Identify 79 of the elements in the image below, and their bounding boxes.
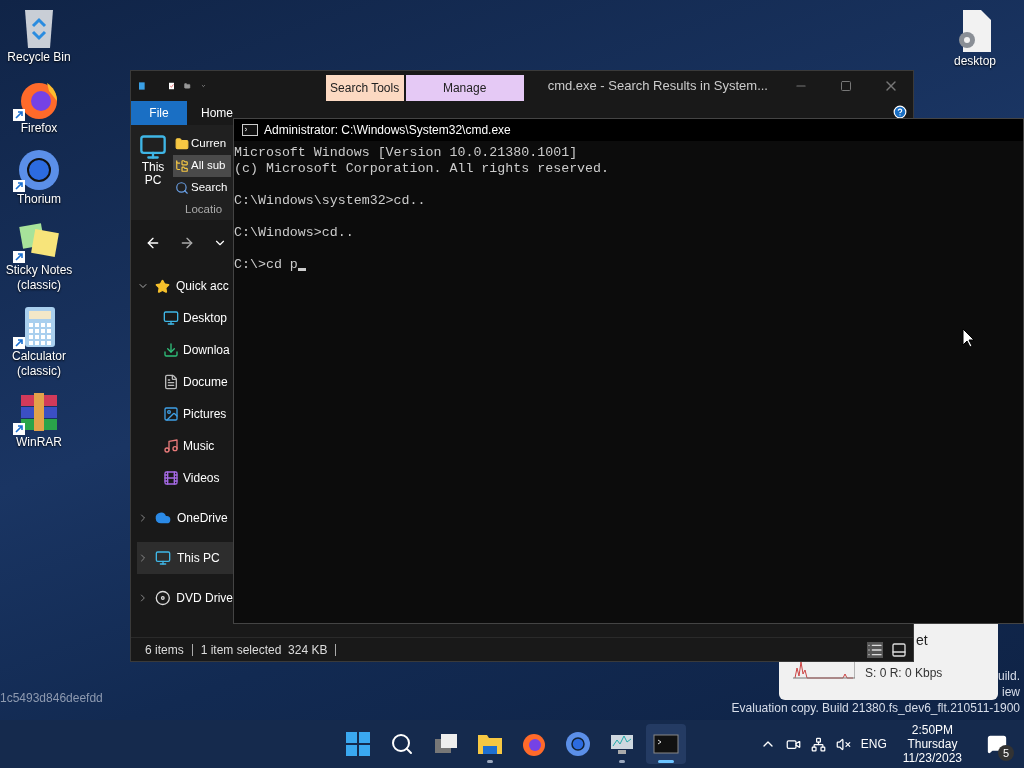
ribbon-item[interactable]: All sub <box>173 155 231 177</box>
console-line: C:\Windows>cd.. <box>234 225 354 241</box>
context-tab[interactable]: Search Tools <box>325 75 404 101</box>
start-icon <box>345 731 371 757</box>
monitor-icon <box>155 550 171 566</box>
desktop-icon-label[interactable]: WinRAR <box>1 435 77 450</box>
nav-item[interactable]: OneDrive <box>137 502 233 534</box>
help-icon[interactable] <box>893 105 907 119</box>
search-icon <box>175 181 189 195</box>
console-line: C:\Windows\system32>cd.. <box>234 193 426 209</box>
this-pc-button[interactable]: This PC <box>137 133 169 220</box>
watermark-text: iew <box>1002 684 1020 700</box>
ribbon-item[interactable]: Curren <box>173 133 231 155</box>
desktop-icon-label[interactable]: Firefox <box>1 121 77 136</box>
network-reading: S: 0 R: 0 Kbps <box>865 665 943 682</box>
volume-muted-icon[interactable] <box>835 736 851 752</box>
thorium-icon <box>565 731 591 757</box>
firefox-icon <box>521 731 547 757</box>
nav-item[interactable]: Desktop <box>137 302 233 334</box>
ribbon-tab[interactable]: File <box>131 101 187 125</box>
folder-tree-icon <box>175 159 189 173</box>
film-icon <box>163 470 179 486</box>
terminal-icon <box>242 124 258 136</box>
terminal-icon <box>653 731 679 757</box>
desktop-icon-label[interactable]: desktop <box>954 54 996 69</box>
nav-item[interactable]: Downloa <box>137 334 233 366</box>
running-indicator <box>658 760 674 763</box>
running-indicator <box>487 760 493 763</box>
music-icon <box>163 438 179 454</box>
nav-item[interactable]: Docume <box>137 366 233 398</box>
search-icon <box>390 732 414 756</box>
forward-icon[interactable] <box>179 235 195 251</box>
desktop-icon-label[interactable]: Sticky Notes (classic) <box>1 263 77 293</box>
notification-count: 5 <box>998 745 1014 761</box>
console-line: C:\>cd p <box>234 257 298 273</box>
monitor-icon <box>139 133 167 161</box>
picture-icon <box>163 406 179 422</box>
cloud-icon <box>155 510 171 526</box>
disc-icon <box>154 590 171 606</box>
nav-item[interactable]: Videos <box>137 462 233 494</box>
back-icon[interactable] <box>145 235 161 251</box>
status-text: 6 items <box>145 641 184 659</box>
nav-item[interactable]: Pictures <box>137 398 233 430</box>
monitor-icon <box>163 310 179 326</box>
watermark-text: uild. <box>998 668 1020 684</box>
mouse-pointer-icon <box>962 328 974 348</box>
clock[interactable]: 2:50PM Thursday 11/23/2023 <box>902 723 962 765</box>
text-cursor-icon <box>297 268 306 271</box>
nav-item[interactable]: DVD Drive <box>137 582 233 614</box>
desktop-icon-label[interactable]: Recycle Bin <box>1 50 77 65</box>
console-line: (c) Microsoft Corporation. All rights reserved. <box>234 161 610 177</box>
console-line: Microsoft Windows [Version 10.0.21380.1001] <box>234 145 578 161</box>
network-icon[interactable] <box>810 736 826 752</box>
desktop-icon-label[interactable]: Thorium <box>1 192 77 207</box>
status-text: 1 item selected 324 KB <box>200 641 328 659</box>
running-indicator <box>619 760 625 763</box>
device-id-text: 1c5493d846deefdd <box>0 690 103 707</box>
window-title: cmd.exe - Search Results in System... <box>547 77 768 96</box>
folder-icon <box>175 137 189 151</box>
nav-item[interactable]: Quick acc <box>137 270 233 302</box>
nav-item[interactable]: Music <box>137 430 233 462</box>
details-view-icon[interactable] <box>867 641 883 658</box>
language-indicator[interactable]: ENG <box>860 735 887 753</box>
watermark-text: Evaluation copy. Build 21380.fs_dev6_flt.210511-1900 <box>731 700 1020 716</box>
ribbon-item[interactable]: Search <box>173 177 231 199</box>
context-tab[interactable]: Manage <box>405 75 524 101</box>
document-icon <box>163 374 179 390</box>
desktop-icon-label[interactable]: Calculator (classic) <box>1 349 77 379</box>
star-icon <box>155 278 170 294</box>
window-title: Administrator: C:\Windows\System32\cmd.exe <box>264 122 511 139</box>
thorium-icon <box>17 148 61 192</box>
download-icon <box>163 342 179 358</box>
ribbon-group-label: Locatio <box>185 202 224 217</box>
nav-item[interactable]: This PC <box>137 542 233 574</box>
widget-title: et <box>916 631 928 650</box>
tiles-view-icon[interactable] <box>891 641 907 658</box>
maximize-icon[interactable] <box>839 80 852 92</box>
taskbar-button[interactable] <box>646 724 686 764</box>
ribbon-tab[interactable]: Home <box>187 101 247 125</box>
